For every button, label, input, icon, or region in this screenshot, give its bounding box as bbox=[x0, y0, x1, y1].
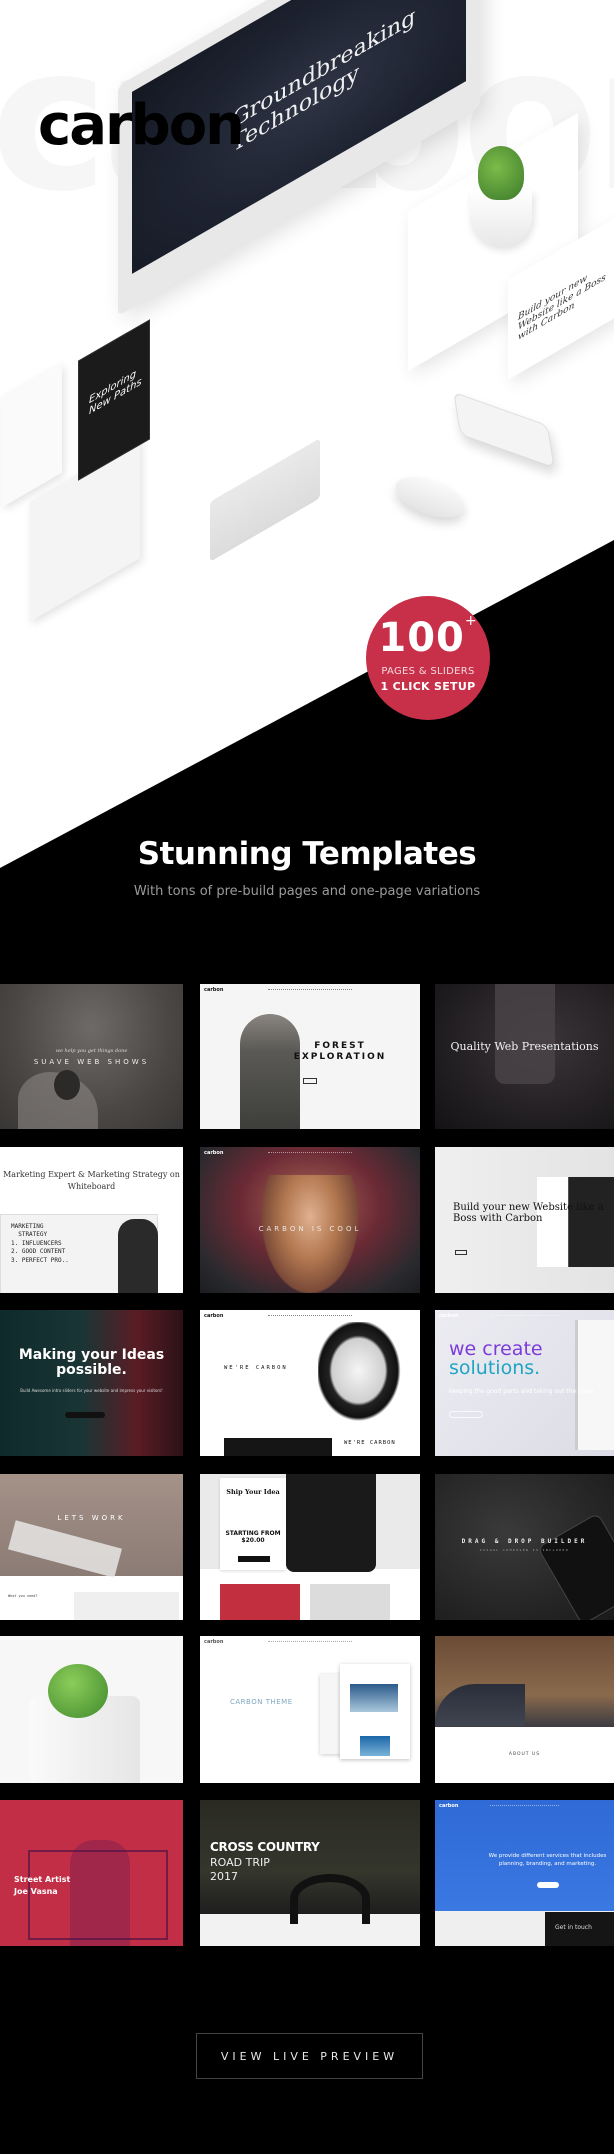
tile-button bbox=[455, 1250, 467, 1255]
tile-headline: SUAVE WEB SHOWS bbox=[33, 1058, 150, 1066]
imac-headline: Groundbreaking Technology bbox=[232, 3, 416, 158]
template-tile-services-blue[interactable]: carbon We provide different services tha… bbox=[435, 1800, 614, 1946]
tile-navbar: carbon bbox=[439, 1803, 610, 1809]
person-image bbox=[240, 1014, 300, 1129]
template-tile-cross-country-road-trip[interactable]: CROSS COUNTRY ROAD TRIP 2017 bbox=[200, 1800, 420, 1946]
badge-line-2: 1 CLICK SETUP bbox=[380, 680, 476, 693]
template-tile-making-ideas-possible[interactable]: Making your Ideas possible. Build Awesom… bbox=[0, 1310, 183, 1456]
section-subtitle: With tons of pre-build pages and one-pag… bbox=[133, 884, 481, 899]
template-tile-street-artist[interactable]: Street Artist Joe Vasna bbox=[0, 1800, 183, 1946]
tile-headline: Street Artist Joe Vasna bbox=[14, 1875, 71, 1896]
template-tile-cactus-portfolio[interactable] bbox=[0, 1636, 183, 1783]
view-live-preview-button[interactable]: VIEW LIVE PREVIEW bbox=[196, 2033, 423, 2079]
product-woo-logo bbox=[310, 1584, 390, 1620]
badge-number: 100+ bbox=[378, 613, 478, 661]
tile-headline: Marketing Expert & Marketing Strategy on… bbox=[3, 1170, 180, 1191]
template-tile-about-us[interactable]: ABOUT US bbox=[435, 1636, 614, 1783]
tile-button bbox=[537, 1882, 559, 1888]
cactus-image bbox=[478, 146, 524, 200]
get-in-touch-panel: Get in touch bbox=[545, 1912, 614, 1946]
tile-navbar: carbon bbox=[204, 1313, 416, 1319]
template-tile-carbon-theme[interactable]: carbon CARBON THEME bbox=[200, 1636, 420, 1783]
laptop-image bbox=[575, 1320, 614, 1450]
tile-headline: Ship Your Idea bbox=[226, 1488, 280, 1496]
template-tile-forest-exploration[interactable]: carbon FOREST EXPLORATION bbox=[200, 984, 420, 1129]
keyboard-image bbox=[7, 1520, 123, 1578]
tile-read-more-button bbox=[303, 1078, 317, 1084]
tile-subtext: VISUAL COMPOSER IS INCLUDED bbox=[479, 1548, 570, 1552]
tile-price: STARTING FROM $20.00 bbox=[225, 1530, 281, 1544]
tile-subheadline: ROAD TRIP 2017 bbox=[210, 1856, 270, 1883]
bridge-image bbox=[435, 1684, 525, 1726]
wave-image bbox=[360, 1736, 390, 1756]
tile-button bbox=[65, 1412, 105, 1418]
tile-headline: DRAG & DROP BUILDER bbox=[461, 1538, 588, 1545]
pipe-image bbox=[54, 1070, 80, 1100]
tile-headline: LETS WORK bbox=[57, 1514, 126, 1522]
pages-count-badge: 100+ PAGES & SLIDERS 1 CLICK SETUP bbox=[366, 596, 490, 720]
tile-headline: CARBON IS COOL bbox=[258, 1225, 362, 1233]
template-tile-suave-web-shows[interactable]: we help you get things done SUAVE WEB SH… bbox=[0, 984, 183, 1129]
steering-wheel-image bbox=[290, 1874, 370, 1924]
template-tile-marketing-strategy[interactable]: Marketing Expert & Marketing Strategy on… bbox=[0, 1147, 183, 1293]
product-woo-ninja bbox=[220, 1584, 300, 1620]
iphone-mockup bbox=[453, 391, 555, 469]
template-tile-drag-drop-builder[interactable]: DRAG & DROP BUILDER VISUAL COMPOSER IS I… bbox=[435, 1474, 614, 1620]
tile-headline: Quality Web Presentations bbox=[450, 1040, 599, 1053]
template-tile-quality-web-presentations[interactable]: Quality Web Presentations bbox=[435, 984, 614, 1129]
badge-line-1: PAGES & SLIDERS bbox=[381, 666, 475, 677]
tile-headline: FOREST bbox=[314, 1041, 366, 1051]
tile-navbar: carbon bbox=[204, 1639, 416, 1645]
template-tile-build-like-a-boss[interactable]: Build your new Website like a Boss with … bbox=[435, 1147, 614, 1293]
tile-subtext: keeping the good parts and taking out th… bbox=[449, 1388, 596, 1395]
template-tile-ship-your-idea[interactable]: Ship Your Idea STARTING FROM $20.00 bbox=[200, 1474, 420, 1620]
tile-headline: CROSS COUNTRY bbox=[210, 1840, 320, 1854]
tile-navbar: carbon bbox=[204, 1150, 416, 1156]
tile-headline: CARBON THEME bbox=[230, 1698, 293, 1706]
whiteboard-text: MARKETING STRATEGY 1. INFLUENCERS 2. GOO… bbox=[11, 1223, 69, 1264]
tile-headline: Build your new Website like a Boss with … bbox=[453, 1202, 604, 1224]
tile-tagline: we help you get things done bbox=[55, 1048, 128, 1054]
band-image bbox=[224, 1438, 332, 1456]
tile-navbar: carbon bbox=[439, 1313, 610, 1319]
tile-subtext: Build Awesome intro sliders for your web… bbox=[20, 1388, 163, 1393]
tile-headline: We provide different services that inclu… bbox=[488, 1853, 607, 1868]
section-title: Stunning Templates bbox=[137, 836, 477, 872]
woman-image bbox=[262, 1175, 358, 1293]
template-sheet-mockup bbox=[2, 362, 62, 508]
tile-headline: ABOUT US bbox=[508, 1752, 541, 1757]
add-to-cart-button bbox=[238, 1556, 270, 1562]
sheet-headline: Build your new Website like a Boss with … bbox=[518, 272, 606, 343]
tile-headline-2: EXPLORATION bbox=[293, 1052, 387, 1062]
wave-image bbox=[350, 1684, 398, 1712]
phone-image bbox=[495, 984, 555, 1084]
tablet-headline: Exploring New Paths bbox=[89, 368, 142, 418]
tile-headline: WE'RE CARBON bbox=[224, 1365, 288, 1371]
carbon-logo: carbon bbox=[38, 93, 245, 158]
tile-headline-2: WE'RE CARBON bbox=[344, 1440, 396, 1446]
map-image bbox=[74, 1592, 179, 1620]
template-tile-carbon-is-cool[interactable]: carbon CARBON IS COOL bbox=[200, 1147, 420, 1293]
cactus-image bbox=[48, 1664, 108, 1718]
template-tile-lets-work[interactable]: LETS WORK What you need? bbox=[0, 1474, 183, 1620]
template-tile-we-create-solutions[interactable]: carbon we create solutions. keeping the g… bbox=[435, 1310, 614, 1456]
person-image bbox=[118, 1219, 158, 1293]
tile-button bbox=[449, 1411, 483, 1418]
phone-image bbox=[537, 1512, 614, 1620]
magic-mouse-image bbox=[390, 468, 470, 526]
tile-subtext: What you need? bbox=[8, 1594, 38, 1598]
tile-headline: we create solutions. bbox=[449, 1338, 543, 1379]
portrait-image bbox=[318, 1322, 408, 1430]
imac-stand bbox=[210, 438, 320, 562]
tile-headline: Making your Ideas possible. bbox=[18, 1347, 165, 1379]
tshirt-image bbox=[286, 1474, 376, 1572]
hero-section: carbon Groundbreaking Technology Explori… bbox=[0, 0, 614, 900]
template-tile-were-carbon[interactable]: carbon WE'RE CARBON WE'RE CARBON bbox=[200, 1310, 420, 1456]
tile-navbar: carbon bbox=[204, 987, 416, 993]
